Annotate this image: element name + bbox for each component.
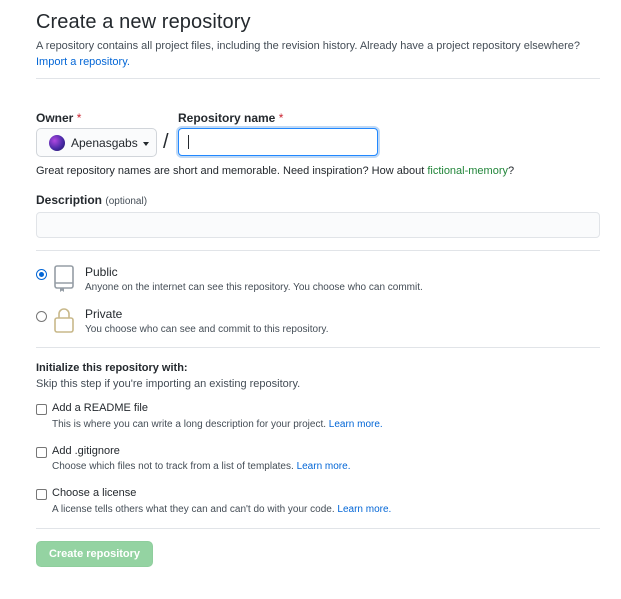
private-radio[interactable] xyxy=(36,311,47,322)
gitignore-desc-text: Choose which files not to track from a l… xyxy=(52,461,294,472)
init-section-subtitle: Skip this step if you're importing an ex… xyxy=(36,378,301,390)
owner-label: Owner * xyxy=(36,111,81,125)
hint-suffix: ? xyxy=(508,165,515,177)
init-section-title: Initialize this repository with: xyxy=(36,362,188,374)
description-label-text: Description xyxy=(36,193,103,207)
public-radio[interactable] xyxy=(36,269,47,280)
name-suggestion[interactable]: fictional-memory xyxy=(427,165,508,177)
page-title: Create a new repository xyxy=(36,11,251,33)
divider xyxy=(36,78,600,79)
repo-name-label-text: Repository name xyxy=(178,111,276,125)
repo-book-icon xyxy=(54,265,74,292)
public-title[interactable]: Public xyxy=(85,265,118,279)
repo-name-label: Repository name * xyxy=(178,111,283,125)
readme-description: This is where you can write a long descr… xyxy=(52,419,383,430)
gitignore-learn-more-link[interactable]: Learn more. xyxy=(297,461,351,472)
gitignore-description: Choose which files not to track from a l… xyxy=(52,461,350,472)
caret-down-icon xyxy=(142,141,149,146)
hint-prefix: Great repository names are short and mem… xyxy=(36,165,428,177)
gitignore-checkbox[interactable] xyxy=(36,447,47,458)
private-title[interactable]: Private xyxy=(85,307,122,321)
private-description: You choose who can see and commit to thi… xyxy=(85,324,329,335)
page-header: Create a new repository A repository con… xyxy=(36,10,600,70)
public-description: Anyone on the internet can see this repo… xyxy=(85,282,423,293)
optional-hint: (optional) xyxy=(105,196,148,207)
repo-name-hint: Great repository names are short and mem… xyxy=(36,165,514,177)
license-checkbox[interactable] xyxy=(36,489,47,500)
license-description: A license tells others what they can and… xyxy=(52,504,391,515)
subtitle-text: A repository contains all project files,… xyxy=(36,40,580,52)
gitignore-title[interactable]: Add .gitignore xyxy=(52,445,120,457)
lock-icon xyxy=(54,308,74,333)
text-cursor xyxy=(188,135,189,149)
license-title[interactable]: Choose a license xyxy=(52,487,136,499)
license-learn-more-link[interactable]: Learn more. xyxy=(337,504,391,515)
owner-selected: Apenasgabs xyxy=(71,135,138,150)
avatar xyxy=(49,134,65,151)
description-label: Description (optional) xyxy=(36,193,147,207)
required-mark: * xyxy=(278,111,284,125)
readme-learn-more-link[interactable]: Learn more. xyxy=(329,419,383,430)
required-mark: * xyxy=(76,111,82,125)
repo-name-input[interactable] xyxy=(178,128,378,156)
divider xyxy=(36,347,600,348)
owner-select[interactable]: Apenasgabs xyxy=(36,128,157,157)
page-subtitle: A repository contains all project files,… xyxy=(36,38,600,70)
divider xyxy=(36,250,600,251)
divider xyxy=(36,528,600,529)
create-repository-button[interactable]: Create repository xyxy=(36,541,153,567)
readme-title[interactable]: Add a README file xyxy=(52,402,148,414)
owner-repo-separator: / xyxy=(163,131,169,153)
license-desc-text: A license tells others what they can and… xyxy=(52,504,335,515)
description-input[interactable] xyxy=(36,212,600,238)
import-repository-link[interactable]: Import a repository. xyxy=(36,56,130,68)
readme-desc-text: This is where you can write a long descr… xyxy=(52,419,327,430)
readme-checkbox[interactable] xyxy=(36,404,47,415)
owner-label-text: Owner xyxy=(36,111,74,125)
